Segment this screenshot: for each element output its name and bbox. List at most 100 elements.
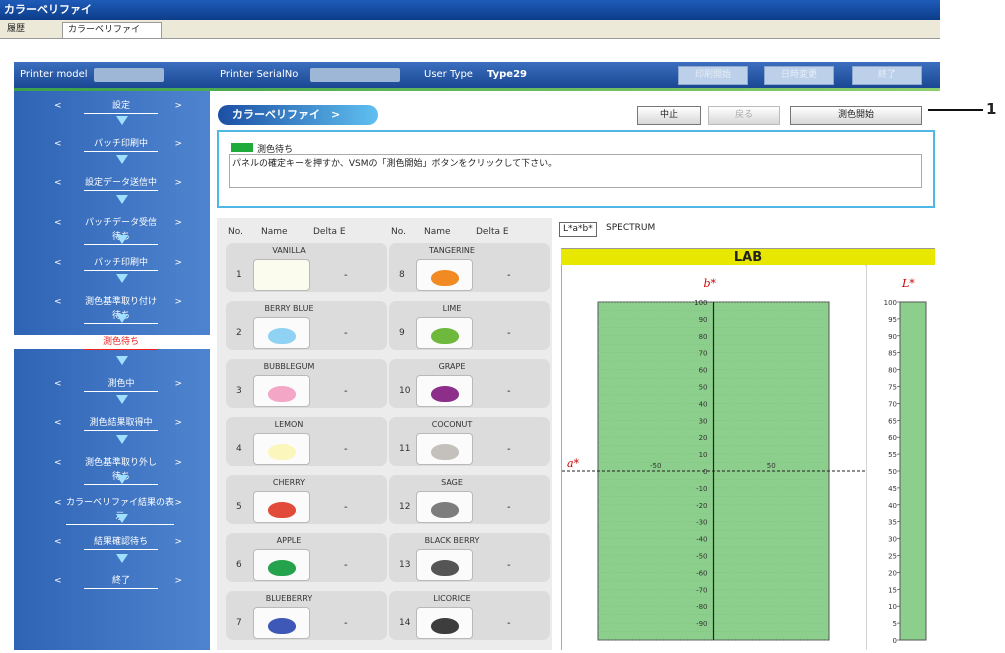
printer-model-value [94, 68, 164, 82]
l-axis-label: L* [901, 277, 915, 290]
l-tick-label: 35 [888, 519, 897, 527]
step-arrow-icon [116, 274, 128, 283]
callout-number: 1 [986, 100, 997, 118]
x-axis-label: a* [567, 457, 580, 470]
callout-leader-line [928, 109, 983, 111]
patch-swatch [416, 317, 473, 349]
l-tick-label: 30 [888, 536, 897, 544]
step-arrow-icon [116, 475, 128, 484]
sidebar-step-setting: < > 設定 [14, 99, 210, 114]
exit-button[interactable]: 終了 [852, 66, 922, 85]
l-tick-label: 100 [884, 299, 897, 307]
step-arrow-icon [116, 435, 128, 444]
patch-no: 14 [399, 618, 411, 628]
patch-name: VANILLA [272, 246, 306, 255]
patch-no: 2 [236, 328, 242, 338]
patch-swatch [253, 375, 310, 407]
patch-swatch [253, 607, 310, 639]
patch-row: BLUEBERRY 7 - [226, 591, 387, 640]
user-type-label: User Type [424, 69, 473, 80]
start-measure-button[interactable]: 測色開始 [790, 106, 922, 125]
patch-row: CHERRY 5 - [226, 475, 387, 524]
tab-lab[interactable]: L*a*b* [559, 222, 597, 237]
patch-delta-e: - [507, 560, 511, 571]
y-axis-label: b* [704, 277, 717, 290]
y-tick-label: -20 [696, 502, 707, 510]
patch-delta-e: - [344, 386, 348, 397]
patch-name: LICORICE [433, 594, 471, 603]
tab-color-verify[interactable]: カラーベリファイ [62, 22, 162, 39]
sidebar-step-detach-ref: < > 測色基準取り外し待ち [14, 456, 210, 485]
y-tick-label: -70 [696, 586, 707, 594]
y-tick-label: 30 [699, 417, 708, 425]
column-header-no: No. [391, 227, 406, 237]
y-tick-label: 40 [699, 400, 708, 408]
l-tick-label: 95 [888, 316, 897, 324]
y-tick-label: -40 [696, 536, 707, 544]
patch-delta-e: - [507, 328, 511, 339]
color-blob-icon [431, 328, 459, 344]
column-header-no: No. [228, 227, 243, 237]
sidebar-step-show-results: < > カラーベリファイ結果の表示 [14, 496, 210, 525]
patch-delta-e: - [507, 444, 511, 455]
y-tick-label: 100 [694, 299, 707, 307]
l-tick-label: 65 [888, 417, 897, 425]
window-tab-bar: 履歴 カラーベリファイ [0, 20, 940, 39]
color-blob-icon [431, 444, 459, 460]
patch-delta-e: - [344, 502, 348, 513]
l-tick-label: 40 [888, 502, 897, 510]
print-start-button[interactable]: 印刷開始 [678, 66, 748, 85]
patch-delta-e: - [507, 270, 511, 281]
color-blob-icon [431, 270, 459, 286]
patch-no: 3 [236, 386, 242, 396]
step-arrow-icon [116, 395, 128, 404]
l-tick-label: 20 [888, 569, 897, 577]
patch-row: BERRY BLUE 2 - [226, 301, 387, 350]
patch-row: BLACK BERRY 13 - [389, 533, 550, 582]
l-tick-label: 85 [888, 350, 897, 358]
patch-no: 7 [236, 618, 242, 628]
patch-swatch [416, 549, 473, 581]
y-tick-label: 0 [703, 468, 707, 476]
step-arrow-icon [116, 195, 128, 204]
datetime-change-button[interactable]: 日時変更 [764, 66, 834, 85]
patch-row: LIME 9 - [389, 301, 550, 350]
back-button[interactable]: 戻る [708, 106, 780, 125]
l-tick-label: 80 [888, 367, 897, 375]
patch-delta-e: - [507, 502, 511, 513]
color-blob-icon [268, 560, 296, 576]
patch-delta-e: - [344, 444, 348, 455]
ab-plot-svg: 1009080706050403020100-10-20-30-40-50-60… [562, 277, 865, 641]
patch-delta-e: - [344, 328, 348, 339]
l-tick-label: 75 [888, 384, 897, 392]
sidebar-step-patch-print: < > パッチ印刷中 [14, 137, 210, 152]
patch-name: BERRY BLUE [264, 304, 314, 313]
patch-no: 11 [399, 444, 411, 454]
column-header-name: Name [261, 227, 288, 237]
y-tick-label: 80 [699, 333, 708, 341]
patch-row: SAGE 12 - [389, 475, 550, 524]
y-tick-label: 60 [699, 367, 708, 375]
patch-name: BLUEBERRY [265, 594, 313, 603]
sidebar-step-get-results: < > 測色結果取得中 [14, 416, 210, 431]
step-arrow-icon [116, 155, 128, 164]
tab-history[interactable]: 履歴 [2, 22, 31, 37]
patch-name: BUBBLEGUM [263, 362, 315, 371]
l-plot: 100 95 90 85 80 75 70 65 60 55 50 45 40 35 30 25 20 15 10 5… [865, 265, 935, 650]
stop-button[interactable]: 中止 [637, 106, 701, 125]
patch-row: TANGERINE 8 - [389, 243, 550, 292]
y-tick-label: -30 [696, 519, 707, 527]
tab-spectrum[interactable]: SPECTRUM [603, 222, 658, 235]
window-title-bar: カラーベリファイ [0, 0, 940, 20]
patch-row: LEMON 4 - [226, 417, 387, 466]
step-sidebar: < > 設定 < > パッチ印刷中 < > 設定データ送信中 < > パッチデータ受信待ち < >… [14, 91, 210, 650]
patch-no: 9 [399, 328, 405, 338]
sidebar-step-patch-receive: < > パッチデータ受信待ち [14, 216, 210, 245]
l-tick-label: 50 [888, 468, 897, 476]
column-header-delta: Delta E [476, 227, 509, 237]
color-blob-icon [268, 502, 296, 518]
patch-row: LICORICE 14 - [389, 591, 550, 640]
status-message-text: パネルの確定キーを押すか、VSMの「測色開始」ボタンをクリックして下さい。 [229, 154, 922, 188]
l-tick-label: 15 [888, 586, 897, 594]
patch-no: 5 [236, 502, 242, 512]
